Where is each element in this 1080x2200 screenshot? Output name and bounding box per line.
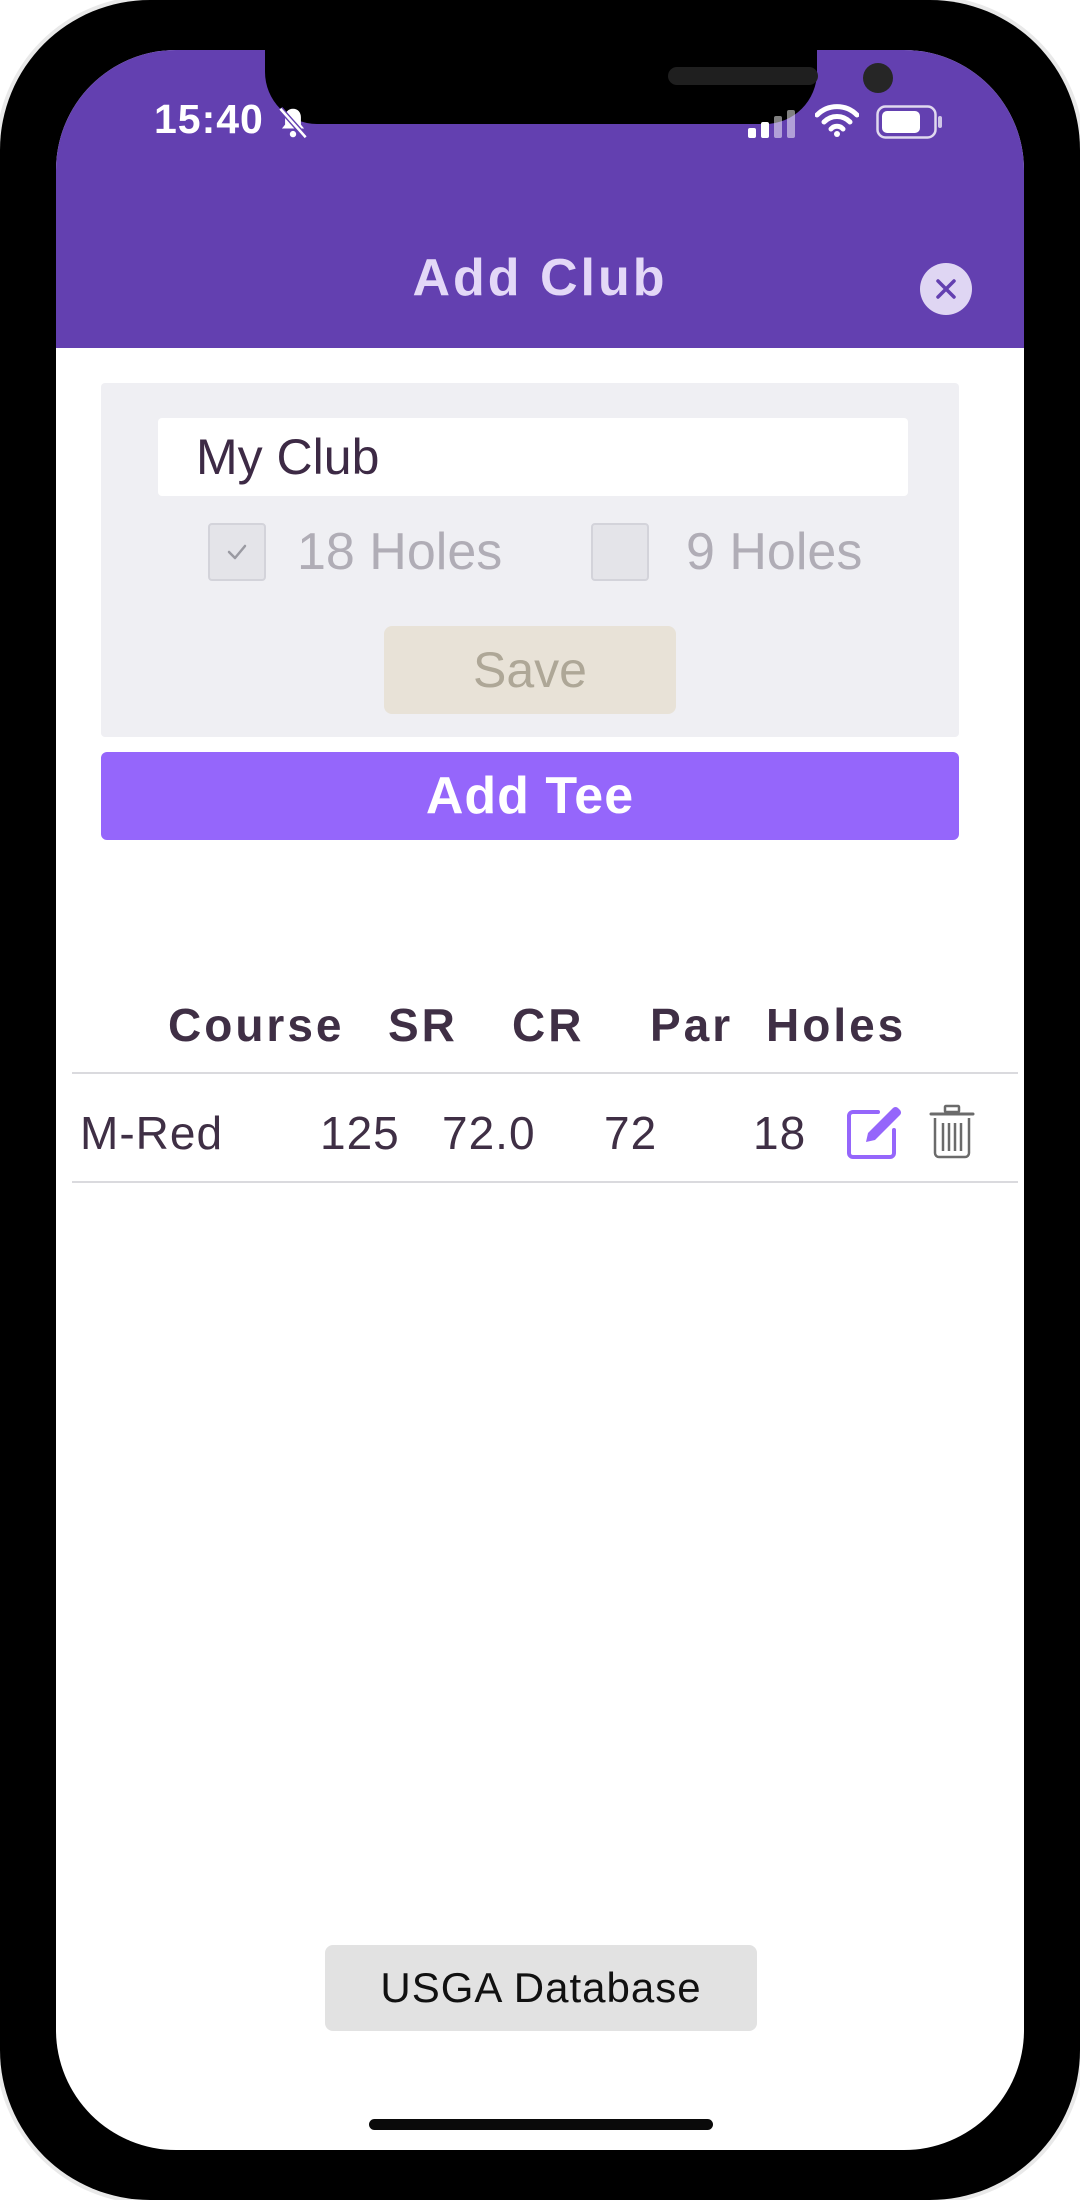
add-tee-button[interactable]: Add Tee — [101, 752, 959, 840]
bell-slash-icon — [278, 106, 308, 140]
status-time: 15:40 — [154, 96, 264, 142]
battery-icon — [876, 105, 942, 139]
column-header-holes: Holes — [766, 999, 907, 1051]
usga-database-button[interactable]: USGA Database — [325, 1945, 757, 2031]
column-header-course: Course — [168, 999, 345, 1051]
table-row[interactable]: M-Red 125 72.0 72 18 — [72, 1074, 1018, 1183]
home-indicator[interactable] — [369, 2119, 713, 2130]
close-icon — [936, 279, 956, 299]
checkmark-icon — [227, 544, 247, 560]
table-header: Course SR CR Par Holes — [72, 968, 1018, 1074]
page-title: Add Club — [412, 249, 668, 307]
close-button[interactable] — [920, 263, 972, 315]
column-header-par: Par — [650, 999, 734, 1051]
club-name-input[interactable] — [158, 418, 908, 496]
device-notch — [265, 50, 893, 124]
club-form-card: 18 Holes 9 Holes Save — [101, 383, 959, 737]
cell-holes: 18 — [753, 1107, 807, 1159]
cell-course: M-Red — [80, 1107, 224, 1159]
holes-18-checkbox[interactable] — [208, 523, 266, 581]
column-header-sr: SR — [388, 999, 458, 1051]
holes-9-checkbox[interactable] — [591, 523, 649, 581]
edit-icon[interactable] — [844, 1102, 904, 1162]
cell-cr: 72.0 — [442, 1107, 536, 1159]
wifi-icon — [815, 104, 859, 137]
app-screen: 15:40 Add Club My Club 18 Holes 9 Holes … — [56, 50, 1024, 2150]
save-button[interactable]: Save — [384, 626, 676, 714]
cell-sr: 125 — [320, 1107, 400, 1159]
trash-icon[interactable] — [928, 1104, 976, 1160]
cell-par: 72 — [604, 1107, 658, 1159]
signal-icon — [748, 110, 795, 138]
holes-18-label: 18 Holes — [297, 523, 503, 581]
speaker-grille — [668, 67, 818, 85]
holes-9-label: 9 Holes — [686, 523, 863, 581]
header-bar: 15:40 Add Club — [56, 50, 1024, 348]
front-camera — [863, 63, 893, 93]
column-header-cr: CR — [512, 999, 585, 1051]
phone-frame: 15:40 Add Club My Club 18 Holes 9 Holes … — [0, 0, 1080, 2200]
